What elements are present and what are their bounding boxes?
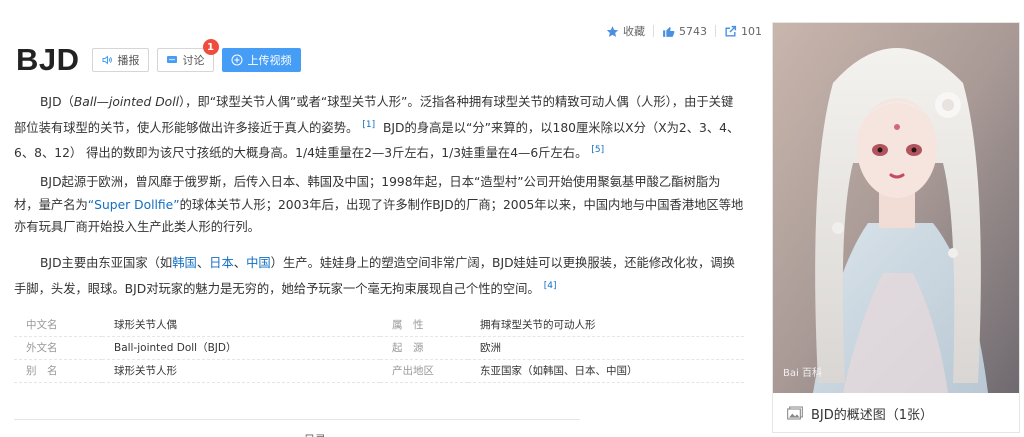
paragraph-3: BJD主要由东亚国家（如韩国、日本、中国）生产。娃娃身上的塑造空间非常广阔，BJ…: [14, 252, 744, 300]
favorite-button[interactable]: 收藏: [606, 23, 645, 39]
info-key: 属 性: [380, 313, 468, 337]
watermark-logo: Bai 百科: [783, 368, 822, 379]
divider: [715, 25, 716, 37]
album-caption-text: BJD的概述图（1张）: [811, 407, 934, 423]
discuss-button[interactable]: 讨论 1: [156, 39, 219, 72]
plus-circle-icon: [231, 54, 243, 66]
share-count: 101: [741, 24, 762, 38]
catalog-heading-text: 目录: [304, 431, 344, 437]
table-row: 中文名 球形关节人偶 属 性 拥有球型关节的可动人形: [14, 313, 744, 337]
info-value: 拥有球型关节的可动人形: [468, 313, 744, 337]
broadcast-label: 播报: [117, 54, 140, 67]
info-value: 东亚国家（如韩国、日本、中国）: [468, 359, 744, 383]
korea-link[interactable]: 韩国: [172, 256, 197, 270]
paragraph-1: BJD（Ball—jointed Doll），即“球型关节人偶”或者“球型关节人…: [14, 91, 744, 165]
info-key: 起 源: [380, 336, 468, 360]
text: BJD（: [40, 95, 74, 109]
upload-video-button[interactable]: 上传视频: [221, 48, 301, 72]
share-button[interactable]: 101: [724, 25, 762, 38]
doll-photo[interactable]: Bai 百科: [773, 23, 1019, 393]
japan-link[interactable]: 日本: [209, 256, 234, 270]
basic-info-table: 中文名 球形关节人偶 属 性 拥有球型关节的可动人形 外文名 Ball-join…: [14, 313, 744, 383]
table-row: 别 名 球形关节人形 产出地区 东亚国家（如韩国、日本、中国）: [14, 359, 744, 383]
text: 、: [233, 256, 247, 270]
super-dollfie-link[interactable]: “Super Dollfie”: [88, 198, 180, 212]
like-count: 5743: [679, 24, 707, 38]
divider: [14, 419, 580, 420]
info-value: 球形关节人偶: [102, 313, 380, 337]
upload-video-label: 上传视频: [247, 54, 292, 67]
china-link[interactable]: 中国: [246, 256, 271, 270]
title-row: BJD 播报 讨论 1 上传视频: [16, 39, 309, 78]
star-icon: [606, 25, 619, 37]
image-gallery-icon: [787, 406, 803, 420]
page-title: BJD: [16, 42, 80, 77]
info-value: 球形关节人形: [102, 359, 380, 383]
text: BJD主要由东亚国家（如: [40, 256, 173, 270]
info-key: 中文名: [14, 313, 102, 337]
reference-link[interactable]: [4]: [540, 281, 561, 291]
catalog-heading: 目录: [304, 429, 344, 437]
speaker-icon: [102, 55, 112, 65]
info-value: Ball-jointed Doll（BJD）: [102, 336, 380, 360]
share-icon: [725, 25, 737, 37]
table-row: 外文名 Ball-jointed Doll（BJD） 起 源 欧洲: [14, 336, 744, 360]
chat-icon: [166, 56, 177, 63]
text-italic: Ball—jointed Doll: [73, 95, 180, 109]
divider: [653, 25, 654, 37]
info-key: 产出地区: [380, 359, 468, 383]
text: 、: [196, 256, 210, 270]
info-key: 别 名: [14, 359, 102, 383]
favorite-label: 收藏: [623, 25, 645, 38]
discuss-label: 讨论: [182, 54, 205, 67]
paragraph-2: BJD起源于欧洲，曾风靡于俄罗斯，后传入日本、韩国及中国；1998年起，日本“造…: [14, 171, 744, 239]
like-button[interactable]: 5743: [662, 25, 707, 38]
notification-badge: 1: [202, 39, 219, 55]
album-caption[interactable]: BJD的概述图（1张）: [773, 394, 1019, 432]
reference-link[interactable]: [5]: [587, 145, 608, 155]
reference-link[interactable]: [1]: [358, 120, 379, 130]
action-bar: 收藏 5743 101: [606, 23, 762, 39]
info-value: 欧洲: [468, 336, 744, 360]
info-key: 外文名: [14, 336, 102, 360]
summary-album[interactable]: Bai 百科 BJD的概述图（1张）: [772, 22, 1020, 433]
broadcast-button[interactable]: 播报: [91, 48, 149, 72]
thumbs-up-icon: [663, 26, 675, 37]
doll-illustration: [773, 23, 1019, 393]
